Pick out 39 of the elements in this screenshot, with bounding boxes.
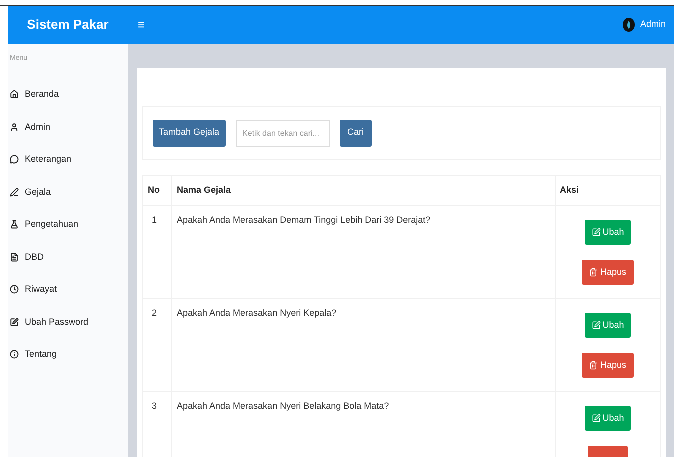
edit-icon bbox=[592, 321, 601, 330]
document-icon bbox=[10, 252, 19, 262]
add-button[interactable]: Tambah Gejala bbox=[153, 120, 226, 146]
sidebar-item[interactable]: DBD bbox=[8, 241, 128, 274]
table-cell: 2 bbox=[152, 308, 158, 318]
column-header: No bbox=[148, 184, 160, 195]
delete-button[interactable]: Hapus bbox=[582, 260, 634, 285]
column-header: Aksi bbox=[560, 184, 580, 197]
edit-icon bbox=[592, 228, 601, 237]
trash-icon bbox=[589, 361, 598, 370]
sidebar-item[interactable]: Gejala bbox=[8, 176, 128, 208]
sidebar-item[interactable]: Riwayat bbox=[8, 274, 128, 306]
column-header: Nama Gejala bbox=[177, 184, 232, 197]
delete-button[interactable]: Hapus bbox=[582, 353, 634, 378]
sidebar-item[interactable]: Pengetahuan bbox=[8, 208, 128, 241]
pen-icon bbox=[10, 188, 19, 197]
info-icon bbox=[10, 350, 19, 360]
sidebar-item[interactable]: Tentang bbox=[8, 338, 128, 371]
table-cell: Apakah Anda Merasakan Demam Tinggi Lebih Dari 39 Derajat? bbox=[177, 215, 431, 225]
table-cell: Apakah Anda Merasakan Nyeri Kepala? bbox=[177, 308, 337, 318]
sidebar-item[interactable]: Admin bbox=[8, 111, 128, 144]
table-cell: Apakah Anda Merasakan Nyeri Belakang Bola Mata? bbox=[177, 401, 390, 411]
clock-icon bbox=[10, 285, 19, 294]
trash-icon bbox=[589, 268, 598, 277]
chat-bubble-icon bbox=[10, 155, 19, 164]
brand-title: Sistem Pakar bbox=[27, 16, 109, 34]
search-button[interactable]: Cari bbox=[340, 120, 372, 146]
sidebar-item[interactable]: Ubah Password bbox=[8, 306, 128, 338]
sidebar-item[interactable]: Beranda bbox=[8, 78, 128, 111]
edit-icon bbox=[10, 318, 19, 327]
user-avatar-icon bbox=[623, 18, 636, 32]
flask-icon bbox=[10, 220, 19, 230]
user-icon bbox=[10, 122, 19, 132]
table-cell: 3 bbox=[152, 401, 158, 411]
edit-icon bbox=[592, 414, 601, 423]
home-icon bbox=[10, 90, 19, 100]
sidebar-item[interactable]: Keterangan bbox=[8, 144, 128, 176]
search-field[interactable]: Ketik dan tekan cari... bbox=[236, 120, 330, 146]
table-cell: 1 bbox=[152, 215, 158, 225]
